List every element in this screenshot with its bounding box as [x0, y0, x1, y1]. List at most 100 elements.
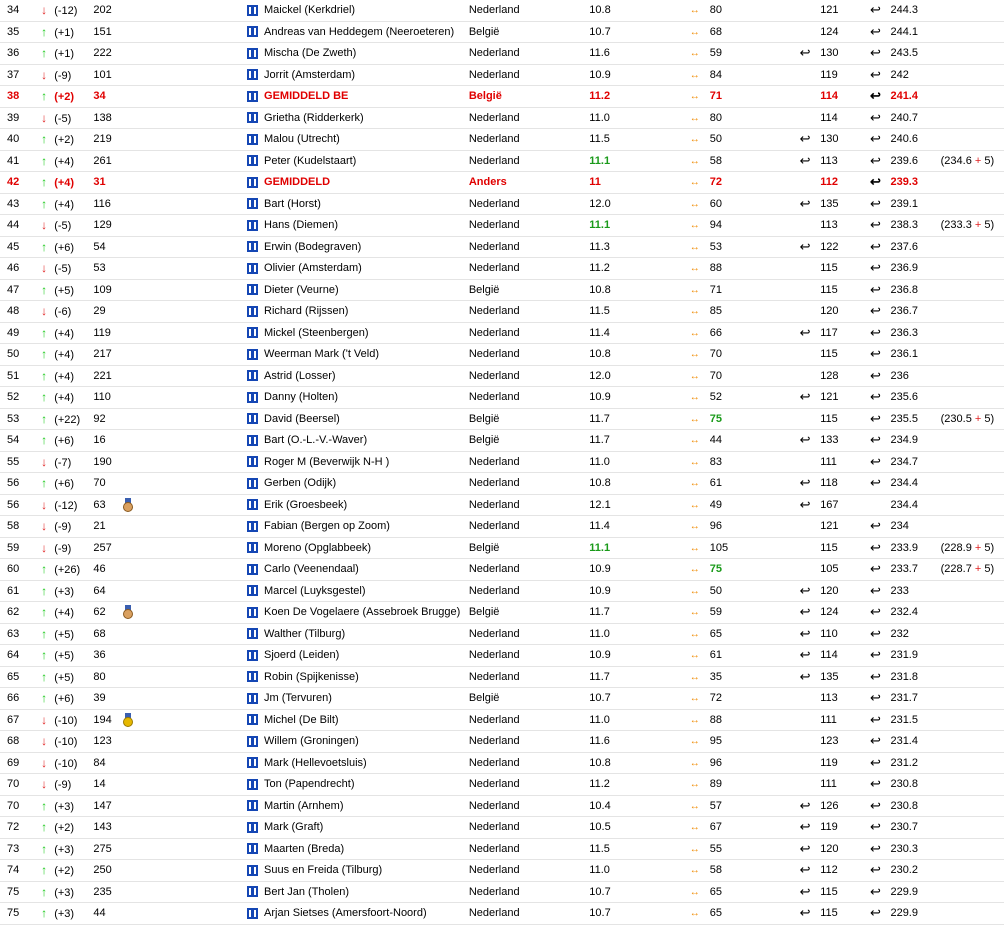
swap-arrows-icon[interactable]: ↔ [690, 822, 700, 833]
return-arrow-icon[interactable]: ↩ [870, 819, 881, 834]
swap-arrows-icon[interactable]: ↔ [690, 177, 700, 188]
return-arrow-icon[interactable]: ↩ [870, 239, 881, 254]
flag-icon[interactable] [247, 69, 259, 81]
table-row[interactable]: 50 ↑ (+4) 217 Weerman Mark ('t Veld) Ned… [0, 343, 1004, 366]
flag-icon[interactable] [247, 348, 259, 360]
flag-icon[interactable] [247, 284, 259, 296]
table-row[interactable]: 42 ↑ (+4) 31 GEMIDDELD Anders 11 ↔ 72 11… [0, 171, 1004, 194]
table-row[interactable]: 43 ↑ (+4) 116 Bart (Horst) Nederland 12.… [0, 193, 1004, 215]
return-arrow-icon[interactable]: ↩ [870, 282, 881, 297]
table-row[interactable]: 45 ↑ (+6) 54 Erwin (Bodegraven) Nederlan… [0, 236, 1004, 258]
table-row[interactable]: 74 ↑ (+2) 250 Suus en Freida (Tilburg) N… [0, 859, 1004, 882]
return-arrow-icon[interactable]: ↩ [870, 712, 881, 727]
flag-icon[interactable] [247, 821, 259, 833]
table-row[interactable]: 56 ↓ (-12) 63 Erik (Groesbeek) Nederland… [0, 494, 1004, 516]
flag-icon[interactable] [247, 176, 259, 188]
table-row[interactable]: 75 ↑ (+3) 235 Bert Jan (Tholen) Nederlan… [0, 881, 1004, 903]
return-arrow-icon[interactable]: ↩ [870, 798, 881, 813]
flag-icon[interactable] [247, 499, 259, 511]
table-row[interactable]: 46 ↓ (-5) 53 Olivier (Amsterdam) Nederla… [0, 257, 1004, 280]
swap-arrows-icon[interactable]: ↔ [690, 392, 700, 403]
return-arrow-icon[interactable]: ↩ [870, 110, 881, 125]
return-arrow-icon[interactable]: ↩ [870, 841, 881, 856]
flag-icon[interactable] [247, 542, 259, 554]
return-arrow-icon[interactable]: ↩ [800, 239, 811, 254]
return-arrow-icon[interactable]: ↩ [800, 604, 811, 619]
return-arrow-icon[interactable]: ↩ [870, 217, 881, 232]
return-arrow-icon[interactable]: ↩ [870, 690, 881, 705]
table-row[interactable]: 62 ↑ (+4) 62 Koen De Vogelaere (Assebroe… [0, 601, 1004, 624]
swap-arrows-icon[interactable]: ↔ [690, 672, 700, 683]
flag-icon[interactable] [247, 735, 259, 747]
return-arrow-icon[interactable]: ↩ [870, 626, 881, 641]
flag-icon[interactable] [247, 413, 259, 425]
return-arrow-icon[interactable]: ↩ [870, 432, 881, 447]
swap-arrows-icon[interactable]: ↔ [690, 736, 700, 747]
return-arrow-icon[interactable]: ↩ [870, 755, 881, 770]
table-row[interactable]: 56 ↑ (+6) 70 Gerben (Odijk) Nederland 10… [0, 472, 1004, 495]
table-row[interactable]: 72 ↑ (+2) 143 Mark (Graft) Nederland 10.… [0, 816, 1004, 839]
return-arrow-icon[interactable]: ↩ [870, 669, 881, 684]
return-arrow-icon[interactable]: ↩ [800, 905, 811, 920]
table-row[interactable]: 44 ↓ (-5) 129 Hans (Diemen) Nederland 11… [0, 214, 1004, 237]
return-arrow-icon[interactable]: ↩ [870, 325, 881, 340]
return-arrow-icon[interactable]: ↩ [870, 24, 881, 39]
swap-arrows-icon[interactable]: ↔ [690, 607, 700, 618]
table-row[interactable]: 49 ↑ (+4) 119 Mickel (Steenbergen) Neder… [0, 322, 1004, 344]
return-arrow-icon[interactable]: ↩ [870, 475, 881, 490]
flag-icon[interactable] [247, 800, 259, 812]
flag-icon[interactable] [247, 671, 259, 683]
flag-icon[interactable] [247, 456, 259, 468]
table-row[interactable]: 63 ↑ (+5) 68 Walther (Tilburg) Nederland… [0, 623, 1004, 645]
swap-arrows-icon[interactable]: ↔ [690, 328, 700, 339]
flag-icon[interactable] [247, 649, 259, 661]
swap-arrows-icon[interactable]: ↔ [690, 263, 700, 274]
return-arrow-icon[interactable]: ↩ [800, 131, 811, 146]
flag-icon[interactable] [247, 305, 259, 317]
swap-arrows-icon[interactable]: ↔ [690, 306, 700, 317]
return-arrow-icon[interactable]: ↩ [870, 131, 881, 146]
table-row[interactable]: 39 ↓ (-5) 138 Grietha (Ridderkerk) Neder… [0, 107, 1004, 129]
return-arrow-icon[interactable]: ↩ [870, 862, 881, 877]
return-arrow-icon[interactable]: ↩ [800, 45, 811, 60]
return-arrow-icon[interactable]: ↩ [870, 884, 881, 899]
swap-arrows-icon[interactable]: ↔ [690, 779, 700, 790]
table-row[interactable]: 36 ↑ (+1) 222 Mischa (De Zweth) Nederlan… [0, 42, 1004, 65]
return-arrow-icon[interactable]: ↩ [870, 88, 881, 103]
table-row[interactable]: 67 ↓ (-10) 194 Michel (De Bilt) Nederlan… [0, 709, 1004, 731]
return-arrow-icon[interactable]: ↩ [870, 45, 881, 60]
table-row[interactable]: 35 ↑ (+1) 151 Andreas van Heddegem (Neer… [0, 21, 1004, 43]
table-row[interactable]: 68 ↓ (-10) 123 Willem (Groningen) Nederl… [0, 730, 1004, 753]
flag-icon[interactable] [247, 262, 259, 274]
table-row[interactable]: 55 ↓ (-7) 190 Roger M (Beverwijk N-H ) N… [0, 451, 1004, 473]
table-row[interactable]: 48 ↓ (-6) 29 Richard (Rijssen) Nederland… [0, 300, 1004, 323]
return-arrow-icon[interactable]: ↩ [800, 432, 811, 447]
return-arrow-icon[interactable]: ↩ [870, 174, 881, 189]
table-row[interactable]: 75 ↑ (+3) 44 Arjan Sietses (Amersfoort-N… [0, 902, 1004, 925]
swap-arrows-icon[interactable]: ↔ [690, 908, 700, 919]
return-arrow-icon[interactable]: ↩ [800, 669, 811, 684]
flag-icon[interactable] [247, 843, 259, 855]
swap-arrows-icon[interactable]: ↔ [690, 5, 700, 16]
table-row[interactable]: 61 ↑ (+3) 64 Marcel (Luyksgestel) Nederl… [0, 580, 1004, 602]
swap-arrows-icon[interactable]: ↔ [690, 457, 700, 468]
flag-icon[interactable] [247, 26, 259, 38]
table-row[interactable]: 51 ↑ (+4) 221 Astrid (Losser) Nederland … [0, 365, 1004, 387]
swap-arrows-icon[interactable]: ↔ [690, 156, 700, 167]
table-row[interactable]: 66 ↑ (+6) 39 Jm (Tervuren) België 10.7 ↔… [0, 687, 1004, 710]
return-arrow-icon[interactable]: ↩ [870, 67, 881, 82]
swap-arrows-icon[interactable]: ↔ [690, 285, 700, 296]
swap-arrows-icon[interactable]: ↔ [690, 113, 700, 124]
return-arrow-icon[interactable]: ↩ [870, 454, 881, 469]
return-arrow-icon[interactable]: ↩ [870, 604, 881, 619]
flag-icon[interactable] [247, 606, 259, 618]
flag-icon[interactable] [247, 520, 259, 532]
flag-icon[interactable] [247, 155, 259, 167]
swap-arrows-icon[interactable]: ↔ [690, 48, 700, 59]
swap-arrows-icon[interactable]: ↔ [690, 865, 700, 876]
table-row[interactable]: 37 ↓ (-9) 101 Jorrit (Amsterdam) Nederla… [0, 64, 1004, 86]
flag-icon[interactable] [247, 864, 259, 876]
flag-icon[interactable] [247, 585, 259, 597]
swap-arrows-icon[interactable]: ↔ [690, 650, 700, 661]
table-row[interactable]: 64 ↑ (+5) 36 Sjoerd (Leiden) Nederland 1… [0, 644, 1004, 667]
